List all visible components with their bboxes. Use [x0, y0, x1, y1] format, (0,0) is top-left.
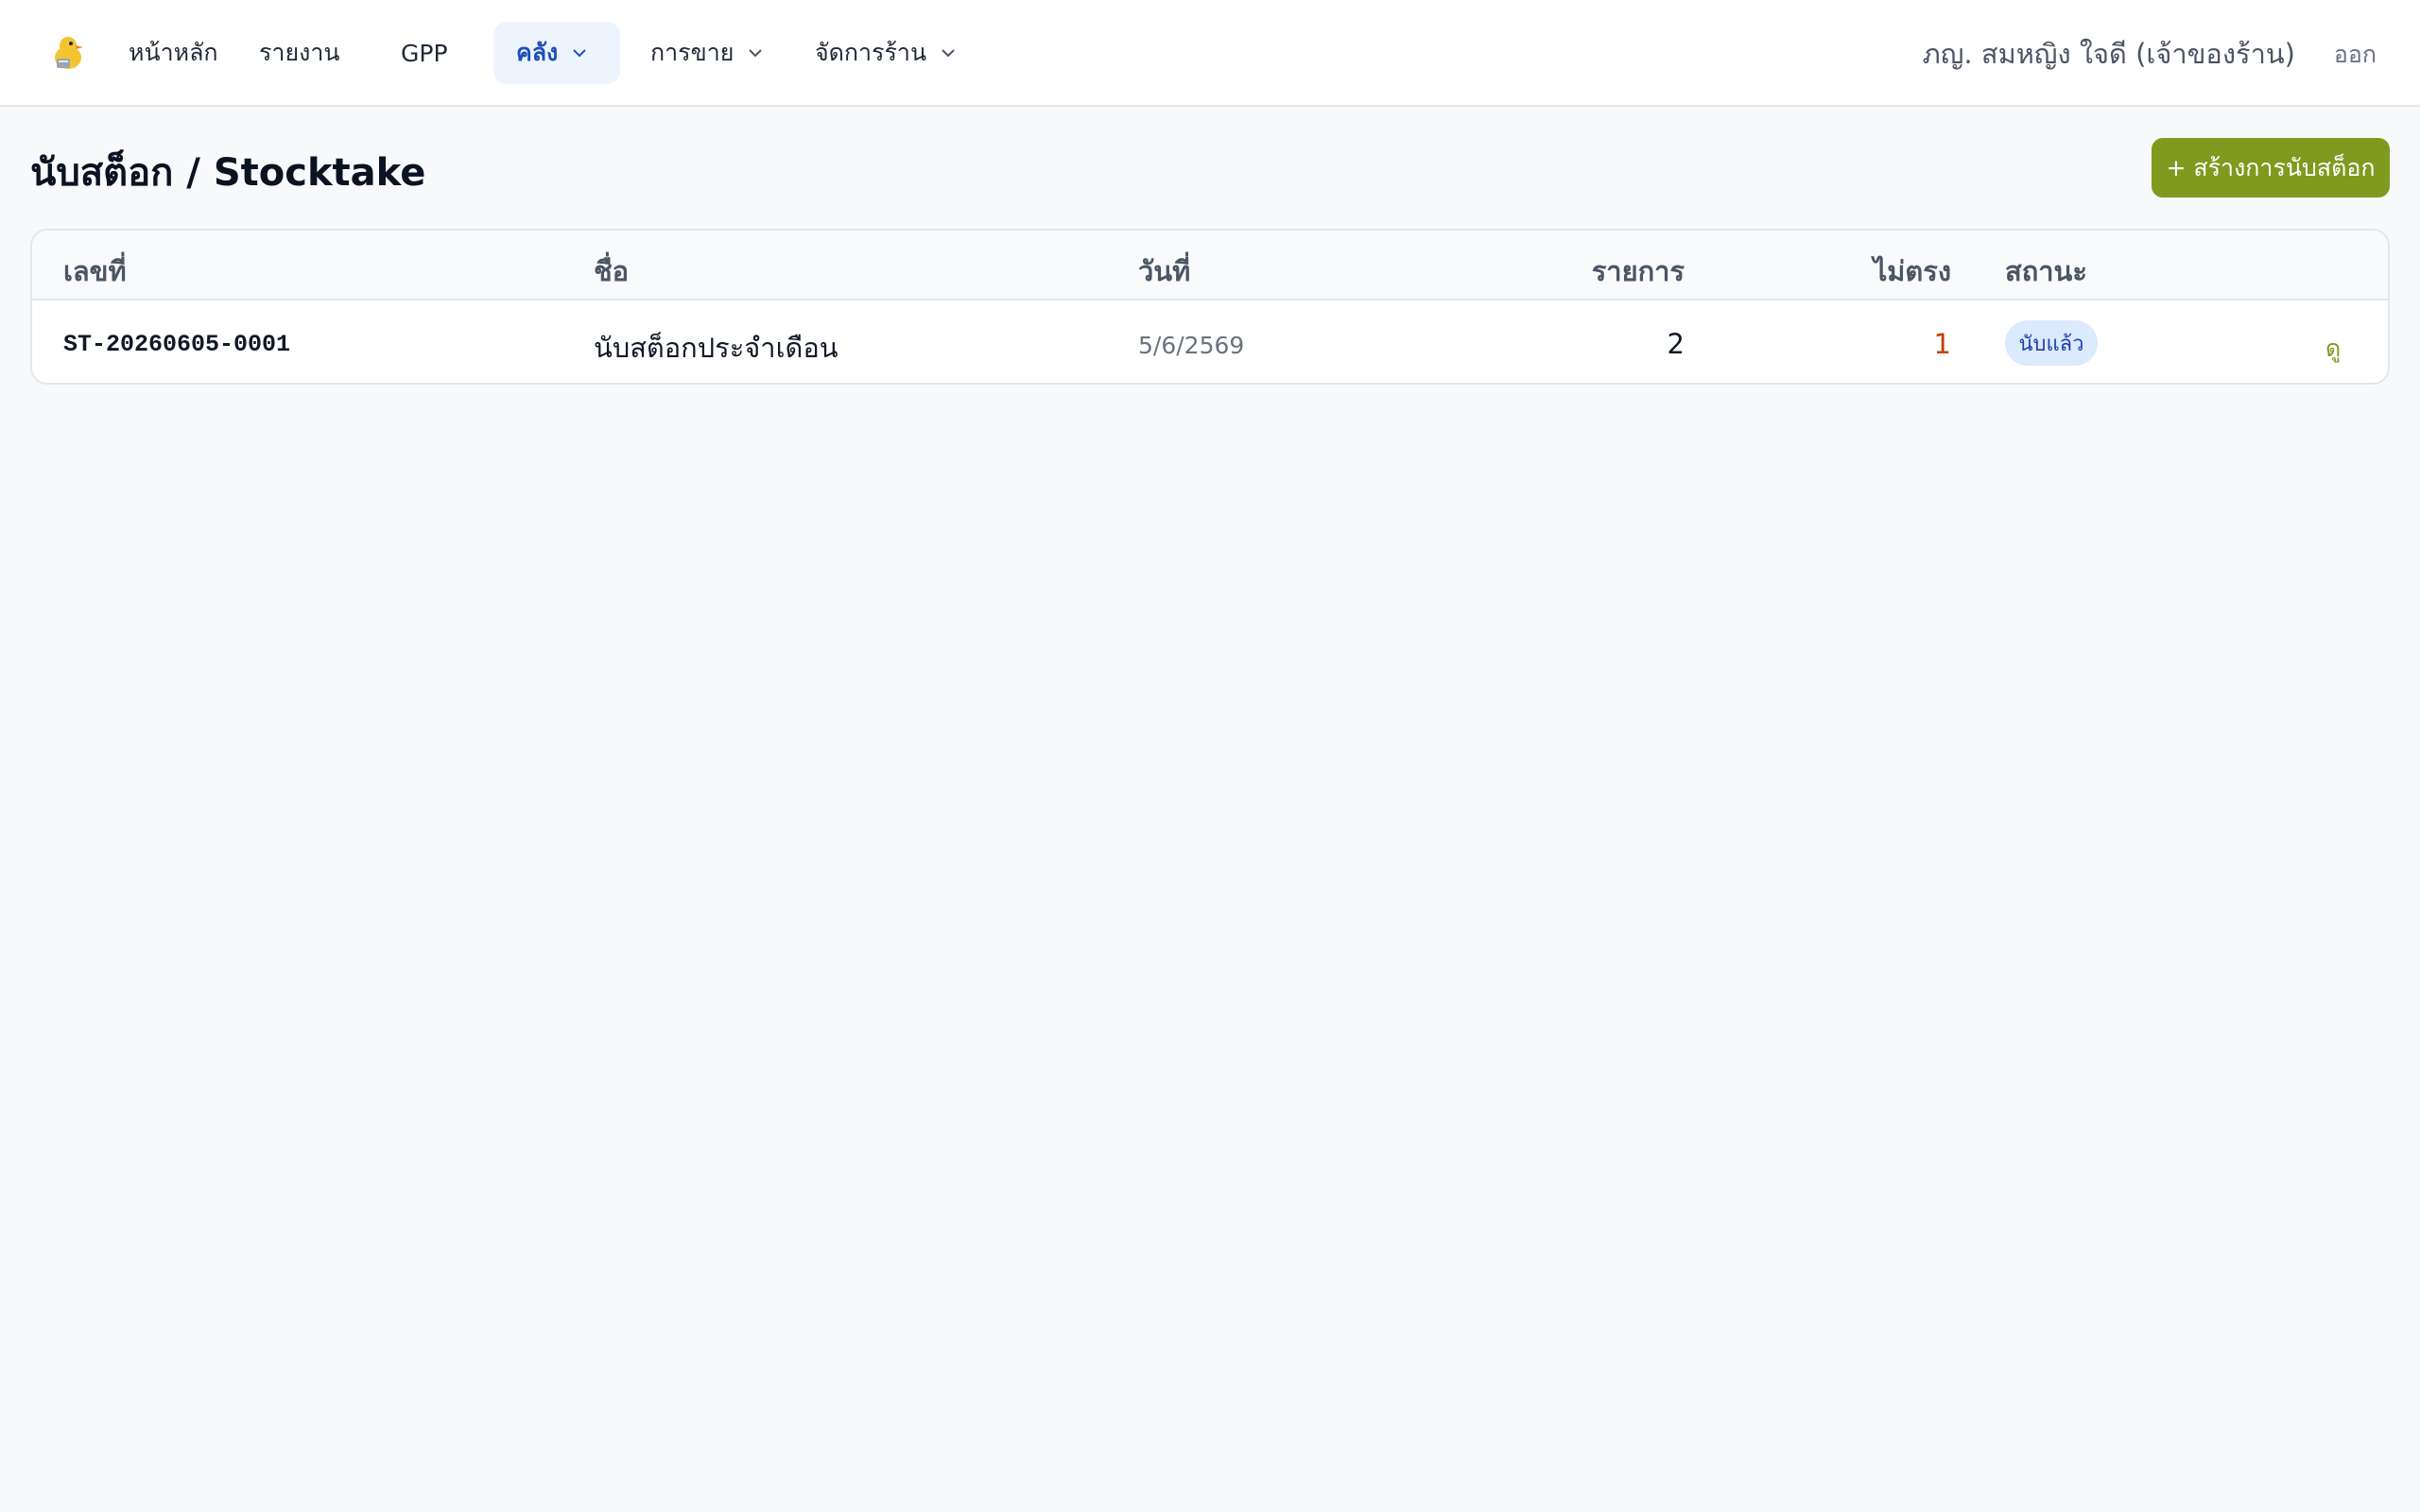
column-header-status: สถานะ [2005, 255, 2087, 287]
column-header-number: เลขที่ [63, 255, 127, 287]
table-header: เลขที่ ชื่อ วันที่ รายการ ไม่ตรง สถานะ [32, 231, 2388, 301]
nav-item-label: การขาย [650, 39, 735, 66]
nav-item-label: GPP [401, 39, 448, 67]
duck-logo-icon[interactable] [49, 34, 87, 72]
nav-item-label: คลัง [516, 39, 559, 66]
mismatch-count: 1 [1933, 328, 1951, 360]
nav-item-label: หน้าหลัก [129, 39, 218, 66]
create-stocktake-button[interactable]: + สร้างการนับสต็อก [2152, 138, 2390, 198]
table-row[interactable]: ST-20260605-0001 นับสต็อกประจำเดือน 5/6/… [32, 302, 2388, 383]
stocktake-name: นับสต็อกประจำเดือน [594, 332, 838, 364]
stocktake-number: ST-20260605-0001 [63, 331, 291, 358]
status-badge: นับแล้ว [2005, 320, 2098, 366]
stocktake-table: เลขที่ ชื่อ วันที่ รายการ ไม่ตรง สถานะ S… [30, 229, 2390, 385]
top-navigation-bar: หน้าหลัก รายงาน GPP คลัง การขาย จัดการร้… [0, 0, 2420, 107]
nav-item-label: รายงาน [259, 39, 340, 66]
column-header-date: วันที่ [1138, 255, 1191, 287]
nav-item-reports[interactable]: รายงาน [236, 22, 362, 84]
page-title: นับสต็อก / Stocktake [30, 151, 426, 195]
chevron-down-icon [573, 49, 586, 58]
column-header-mismatch: ไม่ตรง [1873, 255, 1951, 287]
logout-link[interactable]: ออก [2334, 36, 2377, 74]
nav-item-sales[interactable]: การขาย [628, 22, 786, 84]
item-count: 2 [1667, 328, 1685, 360]
chevron-down-icon [749, 49, 763, 58]
nav-item-store-management[interactable]: จัดการร้าน [792, 22, 979, 84]
column-header-name: ชื่อ [594, 255, 630, 287]
nav-item-label: จัดการร้าน [815, 39, 927, 66]
view-link[interactable]: ดู [2325, 330, 2341, 368]
nav-item-gpp[interactable]: GPP [378, 22, 471, 84]
nav-item-inventory[interactable]: คลัง [493, 22, 620, 84]
stocktake-date: 5/6/2569 [1138, 332, 1245, 359]
current-user-name: ภญ. สมหญิง ใจดี (เจ้าของร้าน) [1922, 38, 2295, 70]
nav-item-home[interactable]: หน้าหลัก [106, 22, 241, 84]
chevron-down-icon [942, 49, 955, 58]
column-header-items: รายการ [1591, 255, 1685, 287]
